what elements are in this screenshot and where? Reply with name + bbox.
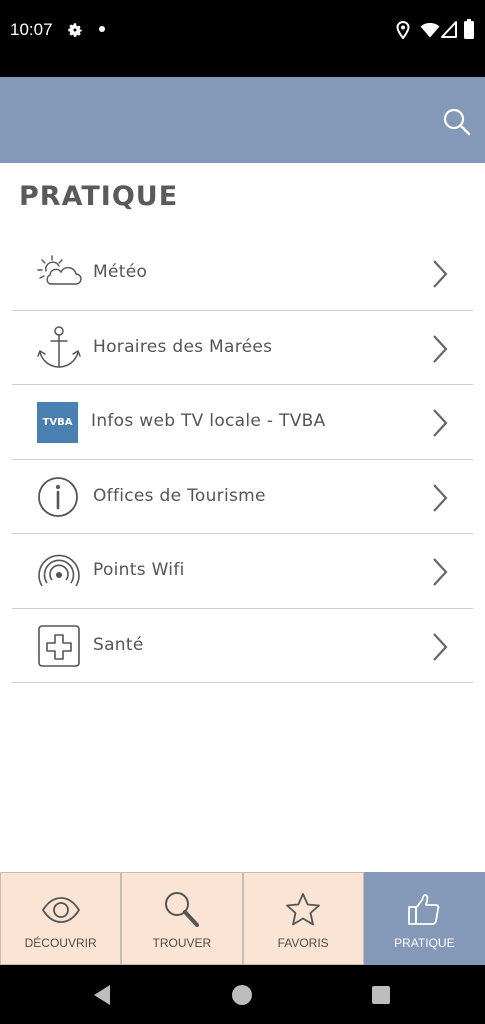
list-item-label: Santé xyxy=(93,634,144,655)
list-item-label: Offices de Tourisme xyxy=(93,485,266,506)
wifi-icon xyxy=(38,554,80,587)
menu-list: Météo Horaires des Marées TVBA Infos web… xyxy=(12,236,473,683)
battery-icon xyxy=(464,19,474,39)
chevron-right-icon xyxy=(433,409,448,437)
location-icon xyxy=(396,21,410,39)
list-item-label: Points Wifi xyxy=(93,560,185,580)
list-item-meteo[interactable]: Météo xyxy=(12,236,473,311)
magnifier-icon xyxy=(164,892,199,927)
info-icon xyxy=(38,476,78,517)
back-icon[interactable] xyxy=(92,984,112,1006)
list-item-sante[interactable]: Santé xyxy=(12,609,473,683)
chevron-right-icon xyxy=(433,260,448,288)
status-time: 10:07 xyxy=(10,20,53,39)
list-item-label: Horaires des Marées xyxy=(93,336,273,357)
thumbs-up-icon xyxy=(408,894,440,925)
tab-label: TROUVER xyxy=(152,936,212,950)
wifi-status-icon xyxy=(420,23,440,38)
tab-favoris[interactable]: FAVORIS xyxy=(242,872,364,965)
star-icon xyxy=(286,893,321,926)
chevron-right-icon xyxy=(433,334,448,363)
bottom-nav: DÉCOUVRIR TROUVER FAVORIS PRATIQUE xyxy=(0,872,485,965)
tab-pratique[interactable]: PRATIQUE xyxy=(363,872,485,965)
list-item-label: Infos web TV locale - TVBA xyxy=(91,411,326,431)
list-item-tvba[interactable]: TVBA Infos web TV locale - TVBA xyxy=(12,385,473,460)
tab-label: DÉCOUVRIR xyxy=(24,936,97,950)
chevron-right-icon xyxy=(433,483,448,512)
app-bar xyxy=(0,77,485,163)
list-item-label: Météo xyxy=(93,262,148,282)
tab-decouvrir[interactable]: DÉCOUVRIR xyxy=(0,872,122,965)
settings-gear-icon xyxy=(68,23,82,37)
signal-icon xyxy=(441,21,457,38)
notification-dot-icon xyxy=(99,26,105,32)
eye-icon xyxy=(41,897,80,923)
anchor-icon xyxy=(37,325,81,368)
tvba-logo: TVBA xyxy=(37,402,78,443)
tab-label: FAVORIS xyxy=(277,936,329,950)
health-cross-icon xyxy=(38,624,80,667)
tab-trouver[interactable]: TROUVER xyxy=(121,872,243,965)
chevron-right-icon xyxy=(433,632,448,661)
list-item-tourisme[interactable]: Offices de Tourisme xyxy=(12,460,473,534)
weather-icon xyxy=(37,255,82,285)
tab-label: PRATIQUE xyxy=(394,936,455,950)
recent-apps-icon[interactable] xyxy=(372,986,390,1004)
page-title: PRATIQUE xyxy=(19,181,179,212)
search-icon[interactable] xyxy=(440,105,474,139)
home-icon[interactable] xyxy=(232,985,252,1005)
list-item-wifi[interactable]: Points Wifi xyxy=(12,534,473,609)
status-bar: 10:07 xyxy=(0,0,485,77)
chevron-right-icon xyxy=(433,558,448,586)
list-item-marees[interactable]: Horaires des Marées xyxy=(12,311,473,385)
